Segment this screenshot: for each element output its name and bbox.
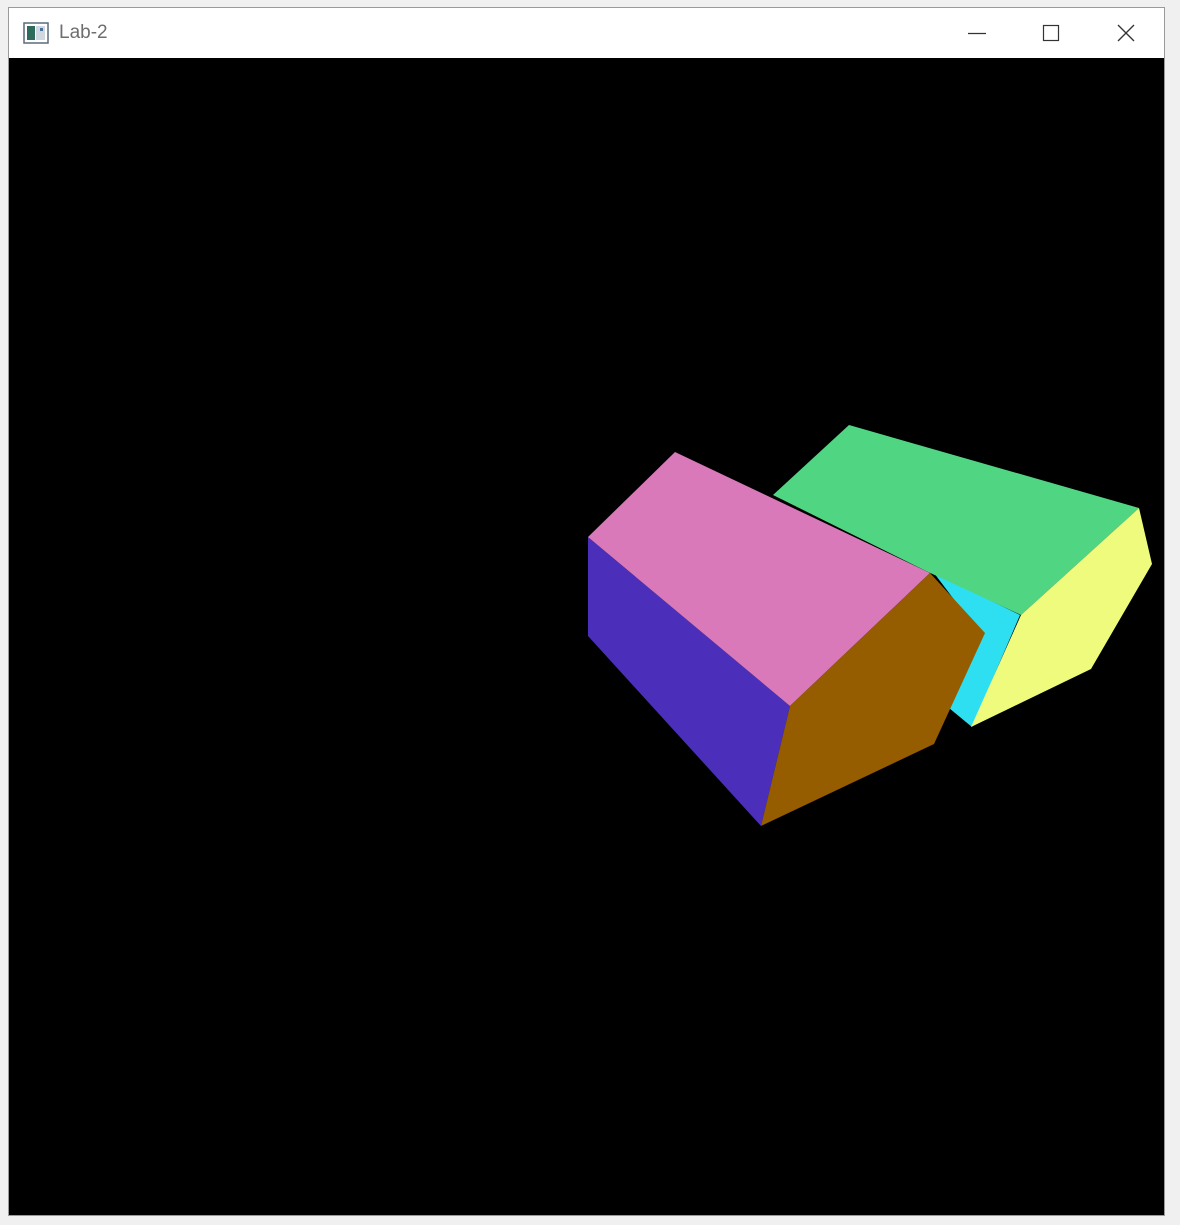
maximize-icon xyxy=(1042,24,1060,42)
render-canvas[interactable] xyxy=(9,58,1164,1215)
title-bar[interactable]: Lab-2 xyxy=(9,8,1164,58)
minimize-button[interactable] xyxy=(939,8,1015,58)
window-title: Lab-2 xyxy=(59,22,108,43)
app-icon xyxy=(23,22,49,44)
close-icon xyxy=(1117,24,1135,42)
scene-svg xyxy=(588,425,1152,826)
maximize-button[interactable] xyxy=(1013,8,1089,58)
app-window: Lab-2 xyxy=(8,7,1165,1216)
close-button[interactable] xyxy=(1088,8,1164,58)
minimize-icon xyxy=(968,32,986,35)
